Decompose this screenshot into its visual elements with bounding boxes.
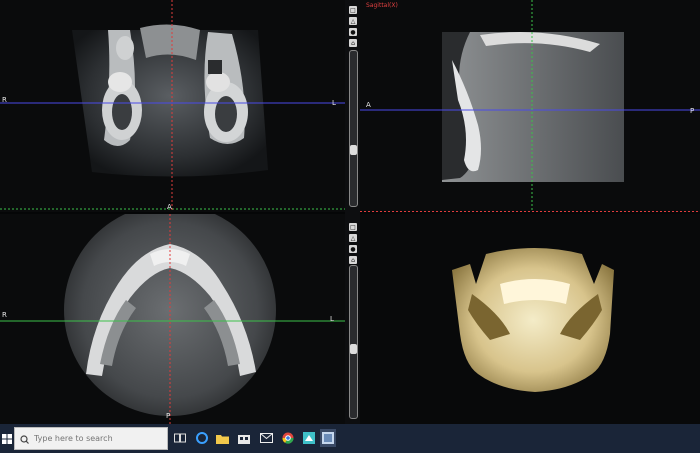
3d-render-pane[interactable] — [360, 214, 700, 424]
square-icon[interactable]: □ — [349, 223, 357, 231]
info-icon[interactable]: ● — [349, 245, 357, 253]
file-explorer-icon[interactable] — [214, 429, 230, 447]
app-icon[interactable] — [301, 429, 317, 447]
bottom-slice-slider[interactable] — [349, 265, 358, 419]
orientation-label-bottom: P — [166, 412, 171, 420]
home-icon[interactable]: ⌂ — [349, 39, 357, 47]
search-icon — [20, 429, 29, 448]
viewer-app-icon[interactable] — [320, 429, 336, 447]
home-icon[interactable]: ⌂ — [349, 256, 357, 264]
square-icon[interactable]: □ — [349, 6, 357, 14]
coronal-view-pane[interactable]: R L A — [0, 0, 345, 212]
taskbar-search[interactable] — [14, 427, 168, 450]
axial-view-pane[interactable]: R L P — [0, 214, 345, 424]
slider-thumb[interactable] — [350, 145, 357, 155]
coronal-image — [0, 0, 345, 212]
slider-thumb[interactable] — [350, 344, 357, 354]
warning-icon[interactable]: △ — [349, 234, 357, 242]
sagittal-image — [360, 0, 700, 212]
windows-taskbar — [0, 424, 700, 453]
store-icon[interactable] — [236, 429, 252, 447]
windows-start-icon[interactable] — [0, 424, 14, 453]
chrome-icon[interactable] — [280, 429, 296, 447]
task-view-icon[interactable] — [172, 429, 188, 447]
orientation-label-left: R — [2, 96, 7, 104]
orientation-label-right: L — [332, 99, 336, 107]
axial-image — [0, 214, 345, 424]
top-toolbar: □ △ ● ⌂ — [349, 6, 359, 50]
orientation-label-right: P — [690, 107, 695, 115]
mail-icon[interactable] — [258, 429, 274, 447]
orientation-label-right: L — [330, 315, 334, 323]
3d-skull-render — [452, 248, 614, 392]
orientation-label-left: R — [2, 311, 7, 319]
info-icon[interactable]: ● — [349, 28, 357, 36]
edge-icon[interactable] — [194, 429, 210, 447]
cbct-viewer: R L A Sagittal(X) A P R L P □ △ ● ⌂ □ △ … — [0, 0, 700, 424]
bottom-toolbar: □ △ ● ⌂ — [349, 223, 359, 267]
top-slice-slider[interactable] — [349, 50, 358, 207]
sagittal-view-pane[interactable]: Sagittal(X) A P — [360, 0, 700, 212]
pane-title: Sagittal(X) — [366, 2, 398, 9]
warning-icon[interactable]: △ — [349, 17, 357, 25]
orientation-label-left: A — [366, 101, 371, 109]
search-input[interactable] — [34, 434, 154, 443]
orientation-label-bottom: A — [167, 203, 172, 211]
